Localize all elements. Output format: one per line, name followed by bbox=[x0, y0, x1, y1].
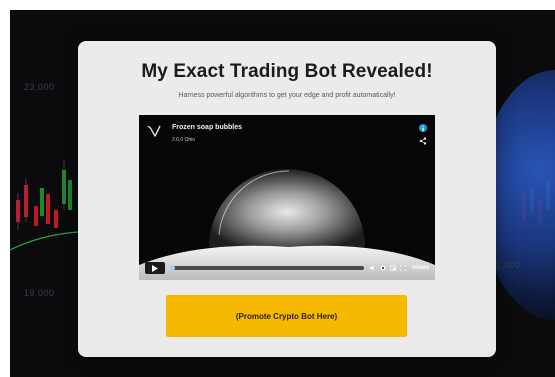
fullscreen-icon[interactable] bbox=[399, 265, 406, 271]
pip-icon[interactable] bbox=[389, 265, 396, 271]
share-icon[interactable] bbox=[419, 137, 427, 145]
video-controls: vimeo bbox=[145, 262, 429, 274]
background-price-label: 23,000 bbox=[24, 82, 55, 92]
background-price-label: 19,000 bbox=[24, 288, 55, 298]
video-player[interactable]: Frozen soap bubbles 2.6.0 Ohio vimeo bbox=[139, 115, 435, 280]
modal-subtitle: Harness powerful algorithms to get your … bbox=[178, 92, 396, 99]
play-button[interactable] bbox=[145, 262, 165, 274]
play-icon bbox=[152, 264, 158, 272]
video-progress-bar[interactable] bbox=[171, 266, 364, 270]
vimeo-brand-link[interactable]: vimeo bbox=[412, 265, 429, 271]
screen: 23,000 21,000 19,000 My Exact Trading Bo… bbox=[10, 10, 555, 377]
modal-title: My Exact Trading Bot Revealed! bbox=[141, 61, 433, 82]
volume-icon[interactable] bbox=[369, 265, 376, 271]
info-icon[interactable] bbox=[419, 124, 427, 132]
promote-bot-button[interactable]: (Promote Crypto Bot Here) bbox=[166, 295, 407, 337]
video-byline: 2.6.0 Ohio bbox=[172, 137, 196, 143]
vimeo-logo-icon bbox=[146, 123, 162, 139]
player-controls-right: vimeo bbox=[369, 265, 429, 271]
settings-icon[interactable] bbox=[380, 265, 386, 271]
video-title[interactable]: Frozen soap bubbles bbox=[172, 124, 242, 131]
video-progress-fill bbox=[171, 266, 175, 270]
popup-modal: My Exact Trading Bot Revealed! Harness p… bbox=[78, 41, 496, 357]
